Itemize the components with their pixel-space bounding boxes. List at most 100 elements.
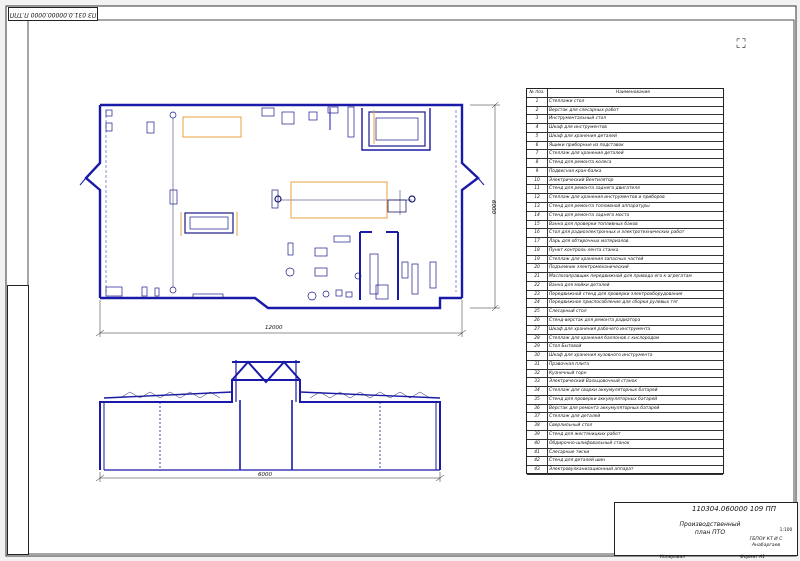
legend-row-num: 20: [527, 264, 548, 273]
legend-row: 15 Ванна для проверки топливных баков: [527, 220, 723, 230]
equipment-legend-table: № поз. Наименование 1 Стеллажи стол 2 Верст…: [526, 88, 724, 475]
legend-row-num: 36: [527, 404, 548, 413]
legend-row-name: Маслозаправщик передвижной для привода е…: [549, 274, 692, 280]
legend-row: 18 Пункт контроль-лента станка: [527, 246, 723, 256]
legend-row-num: 40: [527, 439, 548, 448]
legend-row-num: 18: [527, 246, 548, 255]
legend-row-num: 6: [527, 141, 548, 150]
legend-row-num: 25: [527, 308, 548, 317]
fullscreen-icon[interactable]: ⛶: [733, 37, 749, 53]
legend-row-name: Стеллаж для сварки аккумуляторных батаре…: [549, 388, 658, 394]
legend-row: 30 Шкаф для хранения кузовного инструмент…: [527, 352, 723, 361]
legend-row-num: 26: [527, 317, 548, 325]
plan-height-label: 6000: [490, 200, 496, 214]
legend-row-name: Стенд-верстак для ремонта радиатора: [549, 318, 641, 324]
legend-row-num: 22: [527, 281, 548, 290]
legend-row: 12 Стеллаж для хранения инструментов и пр…: [527, 194, 723, 203]
legend-row-num: 2: [527, 106, 548, 115]
legend-row: 26 Стенд-верстак для ремонта радиатора: [527, 317, 723, 326]
legend-row: 38 Сверлильный стол: [527, 422, 723, 432]
legend-row: 19 Стеллаж для хранения запасных частей: [527, 255, 723, 265]
legend-row: 41 Слесарные тиски: [527, 448, 723, 458]
legend-row-name: Стенд для ремонта заднего двигателя: [549, 186, 640, 192]
copied-label: Копировал: [660, 555, 686, 560]
legend-row: 13 Стенд для ремонта топливной аппаратуры: [527, 203, 723, 212]
drawing-title: Производственный план ПТО: [679, 521, 741, 536]
legend-row-name: Стеллаж для деталей: [549, 414, 601, 420]
legend-row-name: Электрический Вальцовочный станок: [549, 379, 637, 385]
legend-row: 33 Электрический Вальцовочный станок: [527, 378, 723, 388]
legend-row-name: Стенд для ремонта заднего моста: [549, 212, 630, 218]
legend-row-name: Слесарные тиски: [549, 449, 590, 455]
legend-row-num: 27: [527, 325, 548, 334]
legend-row: 11 Стенд для ремонта заднего двигателя: [527, 185, 723, 195]
title-block: 110304.060000 109 ПП Производственный пл…: [614, 502, 798, 556]
legend-row-num: 32: [527, 369, 548, 378]
legend-row-num: 12: [527, 194, 548, 202]
legend-row: 27 Шкаф для хранения рабочего инструмента: [527, 325, 723, 335]
legend-row-name: Стенд для деталей шин: [549, 458, 605, 464]
legend-row-num: 38: [527, 422, 548, 431]
plan-width-label: 12000: [265, 325, 283, 331]
legend-row-name: Стол Бытовой: [549, 344, 582, 350]
legend-row: 1 Стеллажи стол: [527, 97, 723, 107]
legend-row-name: Стенд для жестяницких работ: [549, 432, 621, 438]
legend-row: 2 Верстак для слесарных работ: [527, 106, 723, 116]
legend-row-name: Пункт контроль-лента станка: [549, 247, 619, 253]
legend-row-name: Передвижное приспособление для сборки ру…: [549, 300, 679, 306]
legend-row-name: Передвижной стенд для проверки электрооб…: [549, 291, 683, 297]
legend-row-name: Стенд для проверки аккумуляторных батаре…: [549, 396, 658, 402]
legend-row: 7 Стеллаж для хранения деталей: [527, 150, 723, 160]
legend-row: 14 Стенд для ремонта заднего моста: [527, 211, 723, 221]
legend-row-name: Стенд для ремонта колеса: [549, 160, 612, 166]
legend-row-name: Инструментальный стол: [549, 116, 607, 122]
legend-row-name: Стеллаж для хранения деталей: [549, 151, 624, 157]
legend-row-num: 23: [527, 290, 548, 299]
legend-row: 6 Ящики приборные из подставок: [527, 141, 723, 151]
legend-row: 25 Слесарный стол: [527, 308, 723, 318]
legend-row-num: 13: [527, 203, 548, 211]
legend-row: 17 Ларь для обтирочных материалов: [527, 238, 723, 247]
legend-row: 4 Шкаф для инструментов: [527, 124, 723, 133]
legend-row: 21 Маслозаправщик передвижной для привода…: [527, 273, 723, 282]
legend-row-name: Электровулканизационный аппарат: [549, 467, 634, 473]
legend-row-name: Шкаф для инструментов: [549, 125, 607, 131]
legend-row-name: Обдирочно-шлифовальный станок: [549, 440, 630, 446]
legend-row-name: Подвесная кран-балка: [549, 168, 602, 174]
legend-row: 32 Кузнечный горн: [527, 369, 723, 379]
format-label: Формат А1: [740, 555, 766, 560]
legend-row: 28 Стеллаж для хранения баллонов с кислор…: [527, 334, 723, 344]
legend-row-num: 28: [527, 334, 548, 343]
legend-row-name: Правочная плита: [549, 361, 590, 367]
legend-row: 3 Инструментальный стол: [527, 115, 723, 125]
legend-row-num: 16: [527, 229, 548, 238]
legend-row-num: 3: [527, 115, 548, 124]
legend-row-num: 15: [527, 220, 548, 229]
legend-row-name: Верстак для слесарных работ: [549, 107, 619, 113]
legend-row-num: 37: [527, 413, 548, 422]
legend-row-num: 19: [527, 255, 548, 264]
legend-row: 10 Электрический Вентилятор: [527, 176, 723, 186]
legend-row-name: Ванна для мойки деталей: [549, 282, 610, 288]
legend-row-num: 17: [527, 238, 548, 246]
legend-row: 37 Стеллаж для деталей: [527, 413, 723, 423]
legend-row: 9 Подвесная кран-балка: [527, 167, 723, 177]
drawing-scale: 1:100: [779, 528, 793, 533]
legend-row: 23 Передвижной стенд для проверки электро…: [527, 290, 723, 300]
legend-row-num: 31: [527, 360, 548, 369]
legend-row-name: Шкаф для хранения деталей: [549, 133, 617, 139]
drawing-code-stamp: ПЗ 031.0.00000.0000 П.ТПП: [8, 7, 98, 21]
legend-row-num: 41: [527, 448, 548, 457]
legend-row-num: 14: [527, 211, 548, 220]
legend-row-name: Ванна для проверки топливных баков: [549, 221, 638, 227]
legend-row-num: 4: [527, 124, 548, 132]
legend-row-name: Слесарный стол: [549, 309, 587, 315]
legend-row: 36 Верстак для ремонта аккумуляторных бат…: [527, 404, 723, 414]
legend-row-num: 42: [527, 457, 548, 466]
legend-row: 29 Стол Бытовой: [527, 343, 723, 353]
legend-header: № поз. Наименование: [527, 89, 723, 98]
legend-row-num: 29: [527, 343, 548, 352]
legend-row-num: 43: [527, 466, 548, 474]
legend-row-name: Стенд для ремонта топливной аппаратуры: [549, 204, 650, 209]
legend-row: 5 Шкаф для хранения деталей: [527, 132, 723, 142]
